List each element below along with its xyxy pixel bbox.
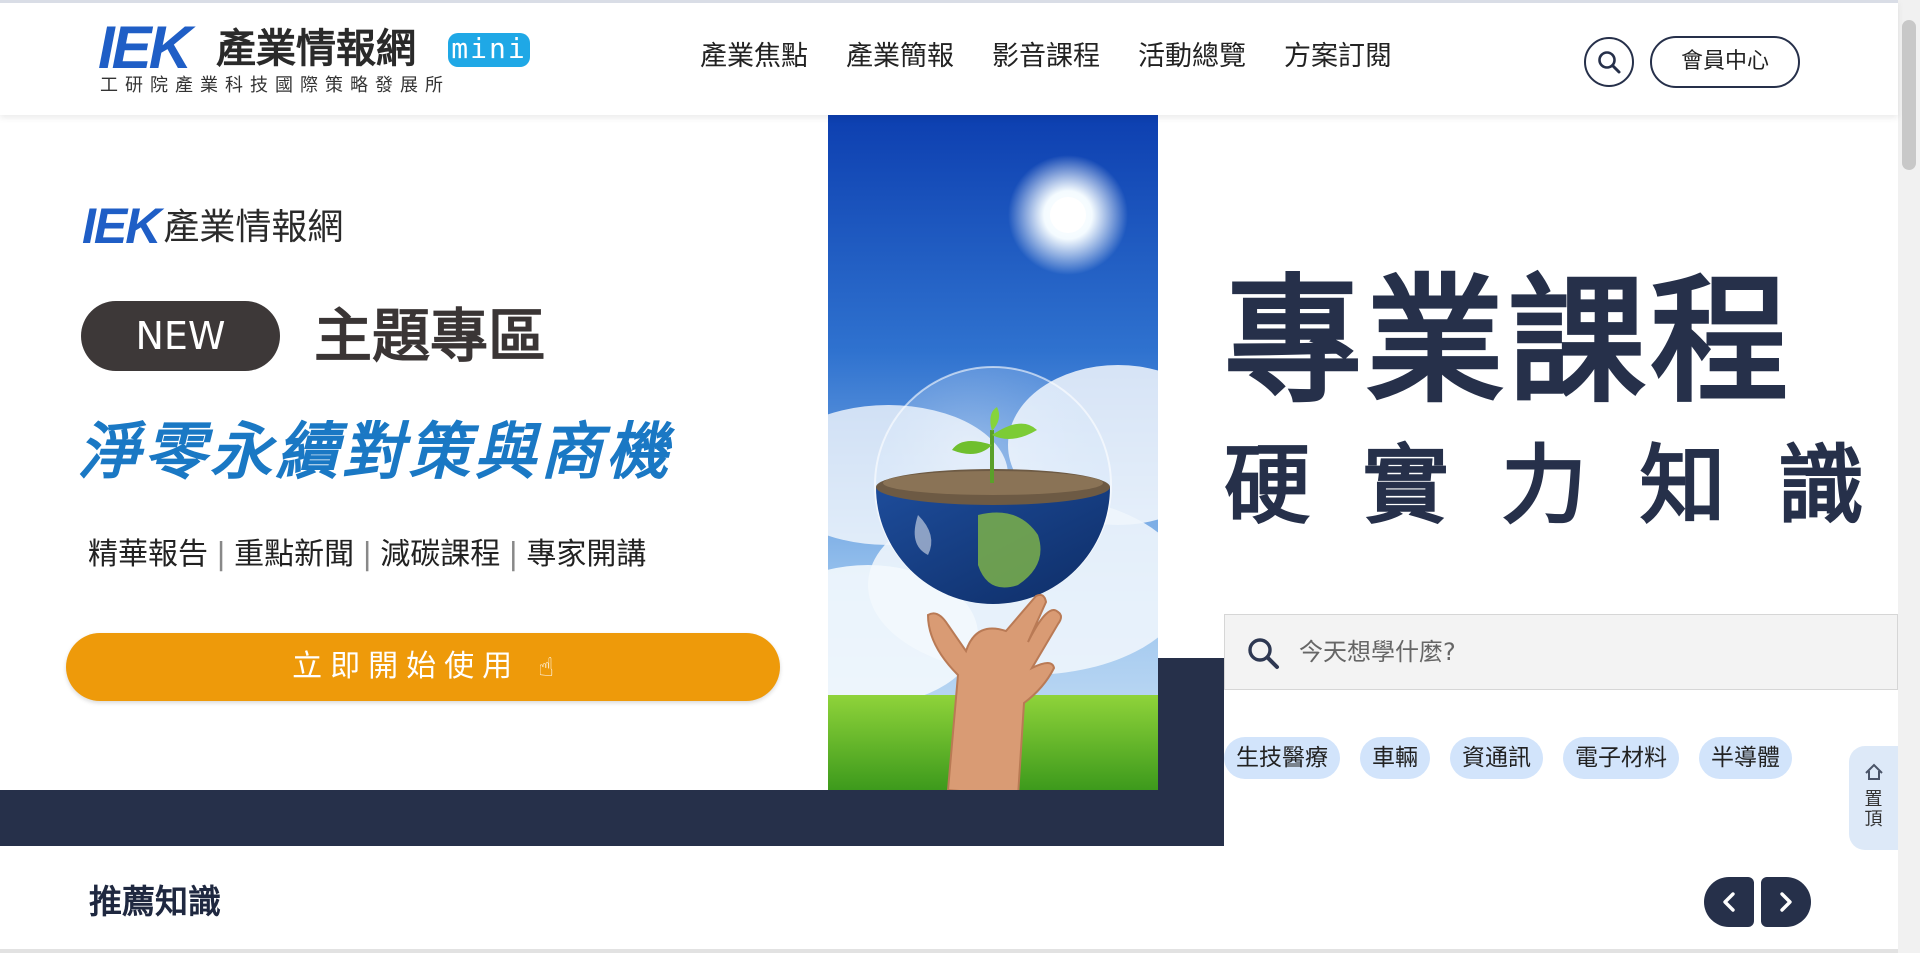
promo-subtitle: 硬 實 力 知 識	[1224, 438, 1864, 534]
separator: |	[362, 537, 373, 572]
banner-logo: IEK 產業情報網	[82, 197, 343, 255]
tag-electronic-materials[interactable]: 電子材料	[1563, 737, 1679, 779]
back-to-top-label: 置頂	[1864, 789, 1883, 830]
logo-chinese-name: 產業情報網	[216, 26, 416, 72]
back-to-top-button[interactable]: 置頂	[1849, 746, 1898, 850]
feature-experts: 專家開講	[526, 537, 647, 572]
nav-video-courses[interactable]: 影音課程	[992, 39, 1100, 75]
header-search-button[interactable]	[1584, 37, 1634, 87]
chevron-right-icon	[1780, 892, 1792, 912]
decorative-navy-block	[1158, 658, 1224, 790]
tag-vehicles[interactable]: 車輛	[1360, 737, 1430, 779]
section-divider	[0, 949, 1898, 953]
logo-subtitle: 工研院產業科技國際策略發展所	[100, 75, 450, 96]
site-logo[interactable]: IEK 產業情報網 mini 工研院產業科技國際策略發展所	[98, 17, 538, 99]
main-nav: 產業焦點 產業簡報 影音課程 活動總覽 方案訂閱	[700, 39, 1392, 75]
banner-feature-list: 精華報告 | 重點新聞 | 減碳課程 | 專家開講	[88, 535, 646, 575]
banner-logo-iek: IEK	[82, 198, 161, 254]
search-icon	[1248, 638, 1279, 669]
carousel-prev-button[interactable]	[1704, 877, 1754, 927]
start-now-label: 立即開始使用	[292, 649, 521, 684]
house-up-icon	[1864, 763, 1883, 780]
hero-banner[interactable]: IEK 產業情報網 NEW 主題專區 淨零永續對策與商機 精華報告 | 重點新聞 | 減碳…	[0, 115, 828, 790]
logo-iek-text: IEK	[98, 14, 192, 81]
promo-subtitle-char: 識	[1778, 436, 1864, 536]
tag-semiconductor[interactable]: 半導體	[1699, 737, 1792, 779]
pointing-hand-icon: ☝	[538, 653, 554, 683]
feature-news: 重點新聞	[234, 537, 355, 572]
decorative-navy-band	[0, 790, 1224, 846]
chevron-left-icon	[1723, 892, 1735, 912]
course-search-input[interactable]	[1299, 629, 1859, 675]
promo-title: 專業課程	[1224, 261, 1793, 422]
site-header: IEK 產業情報網 mini 工研院產業科技國際策略發展所 產業焦點 產業簡報 …	[0, 0, 1898, 115]
nav-events[interactable]: 活動總覽	[1138, 39, 1246, 75]
nav-plan-subscription[interactable]: 方案訂閱	[1284, 39, 1392, 75]
promo-subtitle-char: 知	[1639, 436, 1726, 536]
banner-logo-chinese: 產業情報網	[163, 207, 344, 248]
feature-courses: 減碳課程	[380, 537, 501, 572]
start-now-button[interactable]: 立即開始使用 ☝	[66, 633, 780, 701]
nav-industry-focus[interactable]: 產業焦點	[700, 39, 808, 75]
promo-subtitle-char: 硬	[1224, 436, 1310, 536]
globe-seedling-in-hand-image	[828, 115, 1158, 790]
new-badge: NEW	[81, 301, 280, 371]
promo-subtitle-char: 實	[1362, 436, 1449, 536]
separator: |	[508, 537, 519, 572]
category-tags: 生技醫療 車輛 資通訊 電子材料 半導體	[1224, 737, 1792, 779]
topic-zone-title: 主題專區	[314, 302, 547, 370]
scrollbar-thumb[interactable]	[1902, 20, 1916, 170]
page-scrollbar[interactable]	[1898, 0, 1920, 953]
nav-industry-briefing[interactable]: 產業簡報	[846, 39, 954, 75]
recommended-knowledge-title: 推薦知識	[89, 882, 221, 921]
course-search-box	[1224, 614, 1898, 690]
separator: |	[216, 537, 227, 572]
carousel-next-button[interactable]	[1761, 877, 1811, 927]
tag-ict[interactable]: 資通訊	[1450, 737, 1543, 779]
logo-mini-badge: mini	[448, 33, 530, 67]
search-icon	[1598, 51, 1621, 74]
promo-subtitle-char: 力	[1501, 436, 1587, 536]
tag-biotech-medical[interactable]: 生技醫療	[1224, 737, 1340, 779]
member-center-button[interactable]: 會員中心	[1650, 36, 1800, 88]
feature-reports: 精華報告	[88, 537, 208, 572]
net-zero-headline: 淨零永續對策與商機	[78, 415, 673, 488]
